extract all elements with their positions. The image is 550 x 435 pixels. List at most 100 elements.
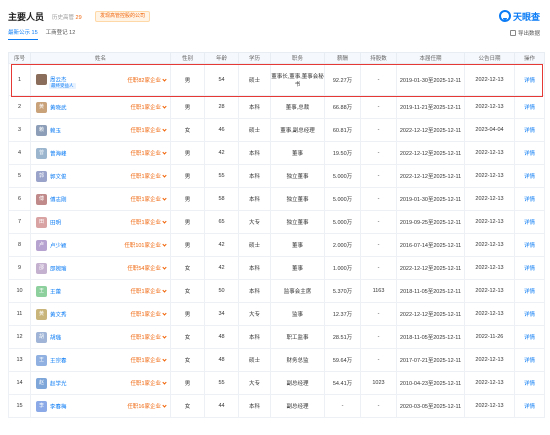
companies-link[interactable]: 任职82家企业 (127, 76, 167, 84)
person-name-link[interactable]: 卢少颖 (50, 243, 67, 249)
person-name-link[interactable]: 赖玉 (50, 128, 61, 134)
col-term: 本届任期 (396, 52, 465, 64)
age-cell: 55 (204, 371, 239, 395)
gender-cell: 女 (170, 256, 205, 280)
avatar: 胡 (36, 331, 47, 343)
history-executives-link[interactable]: 历史高管 29 (52, 13, 82, 21)
companies-link[interactable]: 任职16家企业 (127, 402, 167, 410)
person-name-link[interactable]: 胡璐 (50, 335, 61, 341)
companies-link[interactable]: 任职1家企业 (130, 103, 167, 111)
executive-holding-button[interactable]: 发现高管控股的公司 (95, 11, 151, 22)
shares-cell: - (360, 210, 397, 234)
person-name-link[interactable]: 王宗春 (50, 358, 67, 364)
gender-cell: 女 (170, 279, 205, 303)
detail-link[interactable]: 详情 (514, 233, 545, 257)
person-name-link[interactable]: 曾海峰 (50, 151, 67, 157)
avatar: 赵 (36, 377, 47, 389)
shares-cell: - (360, 95, 397, 119)
title-cell: 财务总监 (270, 348, 325, 372)
detail-link[interactable]: 详情 (514, 302, 545, 326)
companies-link[interactable]: 任职1家企业 (130, 172, 167, 180)
tab-bar: 最新公示 15 工商登记 12 (8, 28, 75, 40)
term-cell: 2022-12-12至2025-12-11 (396, 256, 465, 280)
term-cell: 2020-03-05至2025-12-11 (396, 394, 465, 418)
detail-link[interactable]: 详情 (514, 95, 545, 119)
pay-cell: - (324, 394, 361, 418)
pay-cell: 2.000万 (324, 233, 361, 257)
detail-link[interactable]: 详情 (514, 279, 545, 303)
row-index: 10 (8, 279, 31, 303)
chevron-down-icon (162, 288, 167, 293)
person-name-link[interactable]: 傅志刚 (50, 197, 67, 203)
tab-registration[interactable]: 工商登记 12 (46, 28, 76, 40)
companies-link[interactable]: 任职1家企业 (130, 218, 167, 226)
detail-link[interactable]: 详情 (514, 141, 545, 165)
export-button[interactable]: 导出数据 (509, 29, 540, 37)
person-name-link[interactable]: 李春梅 (50, 404, 67, 410)
person-name-link[interactable]: 黄文秀 (50, 312, 67, 318)
tab-latest[interactable]: 最新公示 15 (8, 28, 38, 40)
detail-link[interactable]: 详情 (514, 325, 545, 349)
companies-link[interactable]: 任职1家企业 (130, 195, 167, 203)
table-row: 7 田田明 任职1家企业男 65 大专 独立董事 5.000万 -2019-09-25至202… (8, 210, 545, 234)
date-cell: 2022-12-13 (464, 141, 515, 165)
age-cell: 50 (204, 279, 239, 303)
date-cell: 2022-12-13 (464, 279, 515, 303)
age-cell: 42 (204, 233, 239, 257)
companies-link[interactable]: 任职1家企业 (130, 356, 167, 364)
person-name-link[interactable]: 郭文俊 (50, 174, 67, 180)
person-name-link[interactable]: 赵学光 (50, 381, 67, 387)
companies-link[interactable]: 任职1家企业 (130, 287, 167, 295)
detail-link[interactable]: 详情 (514, 210, 545, 234)
col-date: 公告日期 (464, 52, 515, 64)
detail-link[interactable]: 详情 (514, 256, 545, 280)
shares-cell: - (360, 302, 397, 326)
companies-link[interactable]: 任职1家企业 (130, 333, 167, 341)
term-cell: 2018-11-05至2025-12-11 (396, 279, 465, 303)
pay-cell: 5.000万 (324, 187, 361, 211)
detail-link[interactable]: 详情 (514, 371, 545, 395)
title-cell: 董事 (270, 141, 325, 165)
date-cell: 2022-12-13 (464, 371, 515, 395)
companies-link[interactable]: 任职101家企业 (124, 241, 167, 249)
detail-link[interactable]: 详情 (514, 187, 545, 211)
detail-link[interactable]: 详情 (514, 394, 545, 418)
detail-link[interactable]: 详情 (514, 164, 545, 188)
term-cell: 2019-01-30至2025-12-11 (396, 187, 465, 211)
table-row: 12 胡胡璐 任职1家企业女 48 本科 职工监事 28.51万 -2018-11-05至20… (8, 325, 545, 349)
gender-cell: 男 (170, 187, 205, 211)
pay-cell: 12.37万 (324, 302, 361, 326)
shares-cell: - (360, 118, 397, 142)
pay-cell: 92.27万 (324, 63, 361, 96)
education-cell: 大专 (238, 210, 271, 234)
person-name-link[interactable]: 田明 (50, 220, 61, 226)
companies-link[interactable]: 任职1家企业 (130, 126, 167, 134)
row-index: 9 (8, 256, 31, 280)
term-cell: 2022-12-12至2025-12-11 (396, 141, 465, 165)
person-name-link[interactable]: 邵婉瑜 (50, 266, 67, 272)
person-name-link[interactable]: 王蕾 (50, 289, 61, 295)
title-cell: 监事会主席 (270, 279, 325, 303)
education-cell: 硕士 (238, 118, 271, 142)
shares-cell: - (360, 187, 397, 211)
detail-link[interactable]: 详情 (514, 63, 545, 96)
education-cell: 本科 (238, 256, 271, 280)
col-action: 操作 (514, 52, 545, 64)
companies-link[interactable]: 任职54家企业 (127, 264, 167, 272)
title-cell: 副总经理 (270, 371, 325, 395)
shares-cell: - (360, 63, 397, 96)
table-row: 10 王王蕾 任职1家企业女 50 本科 监事会主席 5.370万 1163 2018-11-0… (8, 279, 545, 303)
col-age: 年龄 (204, 52, 239, 64)
table-row: 8 卢卢少颖 任职101家企业男 42 硕士 董事 2.000万 -2016-07-14至20… (8, 233, 545, 257)
companies-link[interactable]: 任职1家企业 (130, 149, 167, 157)
table-row: 2 黄黄晓武 任职1家企业男 28 本科 董事,总裁 66.88万 -2019-11-21至2… (8, 95, 545, 119)
shares-cell: 1163 (360, 279, 397, 303)
companies-link[interactable]: 任职1家企业 (130, 310, 167, 318)
person-name-link[interactable]: 黄晓武 (50, 105, 67, 111)
detail-link[interactable]: 详情 (514, 348, 545, 372)
title-cell: 监事 (270, 302, 325, 326)
chevron-down-icon (162, 380, 167, 385)
companies-link[interactable]: 任职1家企业 (130, 379, 167, 387)
title-cell: 董事长,董事,董事会秘书 (270, 63, 325, 96)
detail-link[interactable]: 详情 (514, 118, 545, 142)
